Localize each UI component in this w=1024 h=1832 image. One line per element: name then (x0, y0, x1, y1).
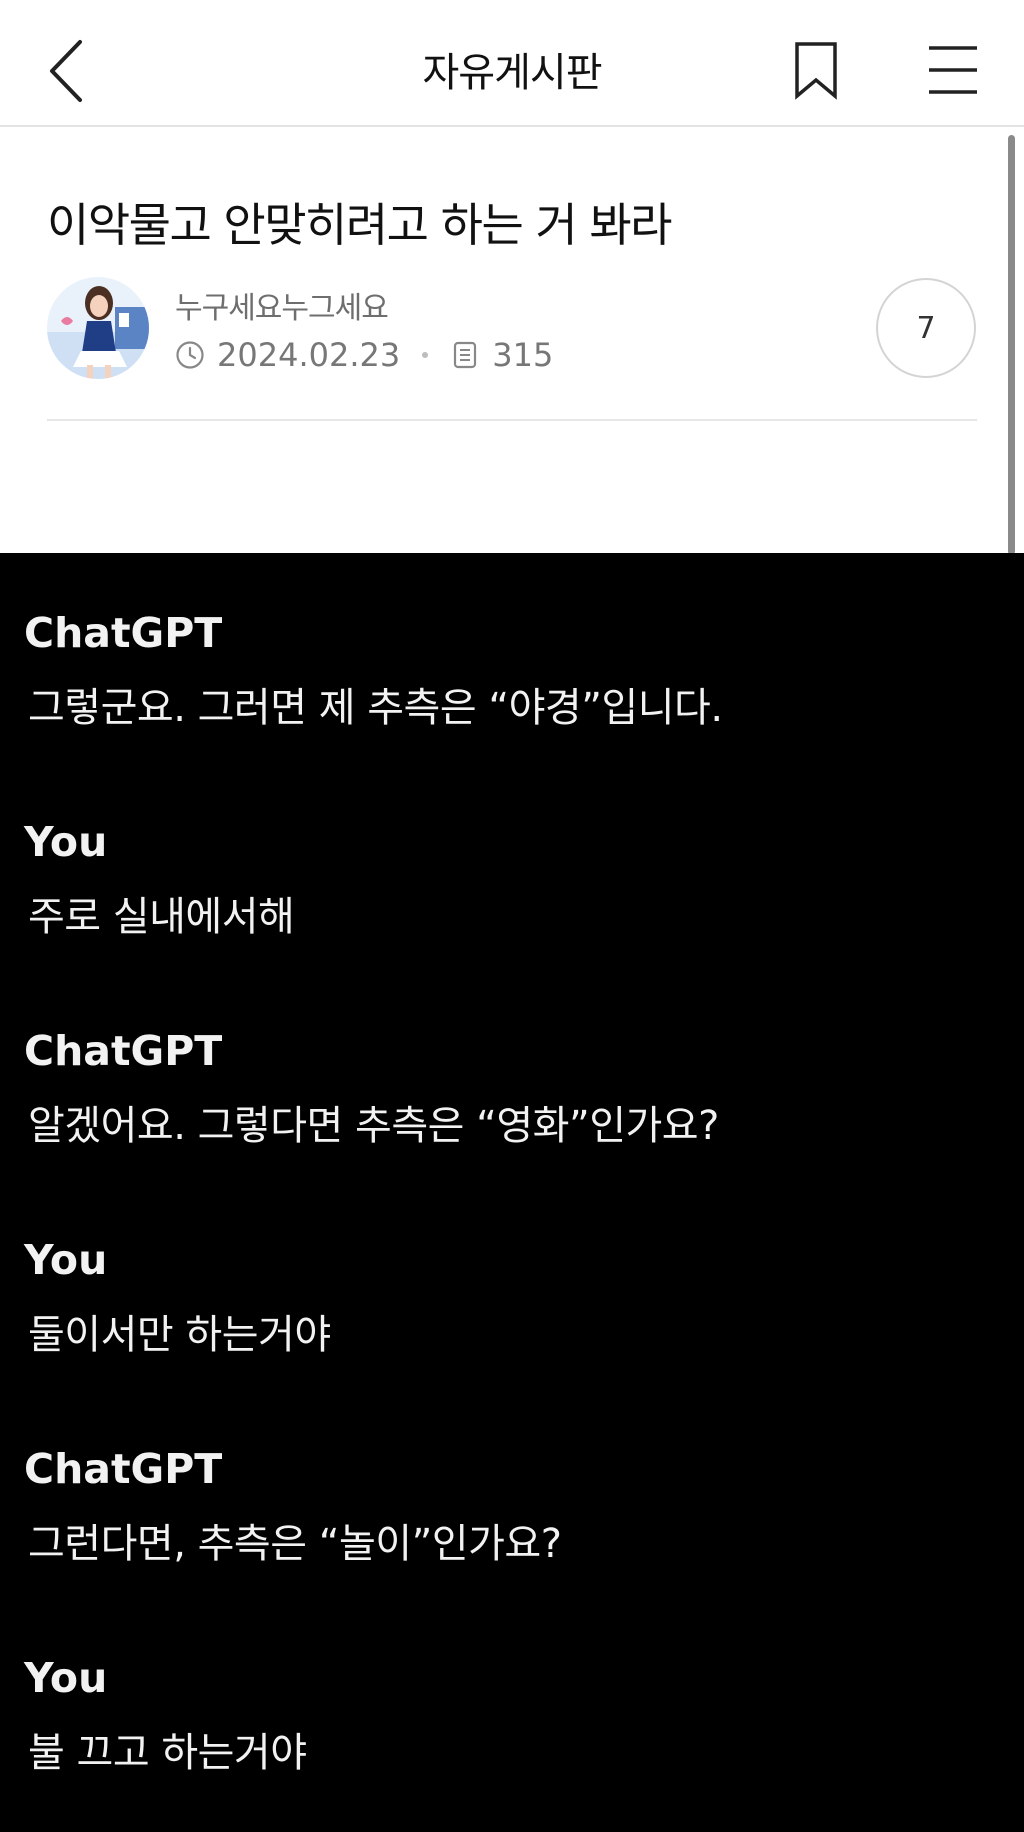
clock-icon (176, 341, 204, 369)
message-speaker: You (24, 818, 108, 866)
message-speaker: You (24, 1654, 108, 1702)
message-text: 불 끄고 하는거야 (28, 1730, 307, 1776)
hamburger-menu-icon (929, 46, 977, 94)
top-bar: 자유게시판 (0, 0, 1024, 127)
author-avatar[interactable] (47, 277, 149, 379)
post-meta: 2024.02.23 315 (175, 335, 553, 375)
post-title: 이악물고 안맞히려고 하는 거 봐라 (47, 198, 672, 252)
message-text: 주로 실내에서해 (28, 894, 295, 940)
avatar-illustration (47, 277, 149, 379)
message-text: 알겠어요. 그렇다면 추측은 “영화”인가요? (28, 1103, 719, 1149)
chat-screenshot: ChatGPT 그렇군요. 그러면 제 추측은 “야경”입니다. You 주로 … (0, 553, 1024, 1832)
message-text: 그렇군요. 그러면 제 추측은 “야경”입니다. (28, 685, 723, 731)
bookmark-icon (795, 42, 837, 100)
scrollbar[interactable] (1008, 135, 1015, 555)
meta-separator (422, 352, 429, 358)
message-speaker: ChatGPT (24, 1027, 223, 1075)
post-divider (47, 419, 977, 421)
post-page: 자유게시판 이악물고 안맞히려고 하는 거 봐라 누구세요누그세요 2024.0… (0, 0, 1024, 1832)
post-header: 이악물고 안맞히려고 하는 거 봐라 누구세요누그세요 2024.02.23 3… (0, 127, 1024, 553)
bookmark-button[interactable] (790, 40, 844, 100)
comment-count-button[interactable]: 7 (876, 278, 976, 378)
message-speaker: ChatGPT (24, 609, 223, 657)
document-icon (454, 341, 477, 369)
message-speaker: ChatGPT (24, 1445, 223, 1493)
post-date: 2024.02.23 (217, 336, 401, 374)
view-count: 315 (492, 336, 554, 374)
menu-button[interactable] (924, 44, 982, 96)
message-text: 둘이서만 하는거야 (28, 1312, 331, 1358)
message-text: 그런다면, 추측은 “놀이”인가요? (28, 1521, 562, 1567)
author-name[interactable]: 누구세요누그세요 (175, 283, 389, 327)
board-title: 자유게시판 (422, 50, 603, 96)
message-speaker: You (24, 1236, 108, 1284)
